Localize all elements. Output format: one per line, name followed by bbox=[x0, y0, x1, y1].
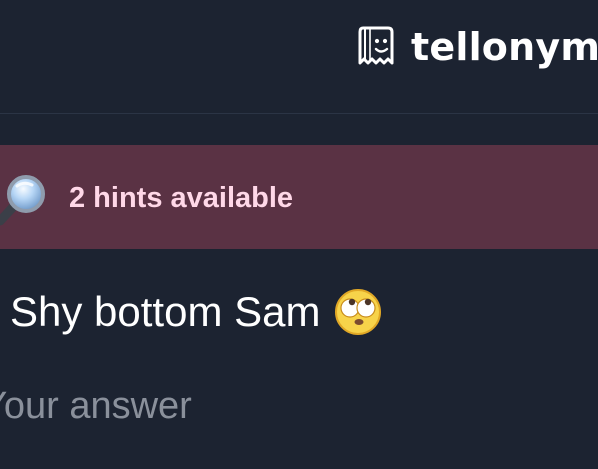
rolling-eyes-emoji-icon bbox=[335, 289, 382, 336]
brand-link[interactable]: tellonym bbox=[355, 19, 598, 75]
magnifying-glass-icon bbox=[0, 175, 45, 226]
tellonym-screen: tellonym 2 hints available Shy bottom Sa… bbox=[0, 0, 598, 469]
top-bar: tellonym bbox=[0, 0, 598, 114]
tellonym-logo-icon bbox=[358, 26, 394, 65]
hints-available-label: 2 hints available bbox=[69, 182, 294, 214]
hints-banner[interactable]: 2 hints available bbox=[0, 145, 598, 249]
question-text: Shy bottom Sam bbox=[10, 288, 321, 335]
answer-input[interactable] bbox=[0, 377, 562, 435]
question-row: Shy bottom Sam bbox=[10, 287, 382, 337]
brand-name: tellonym bbox=[411, 25, 598, 69]
